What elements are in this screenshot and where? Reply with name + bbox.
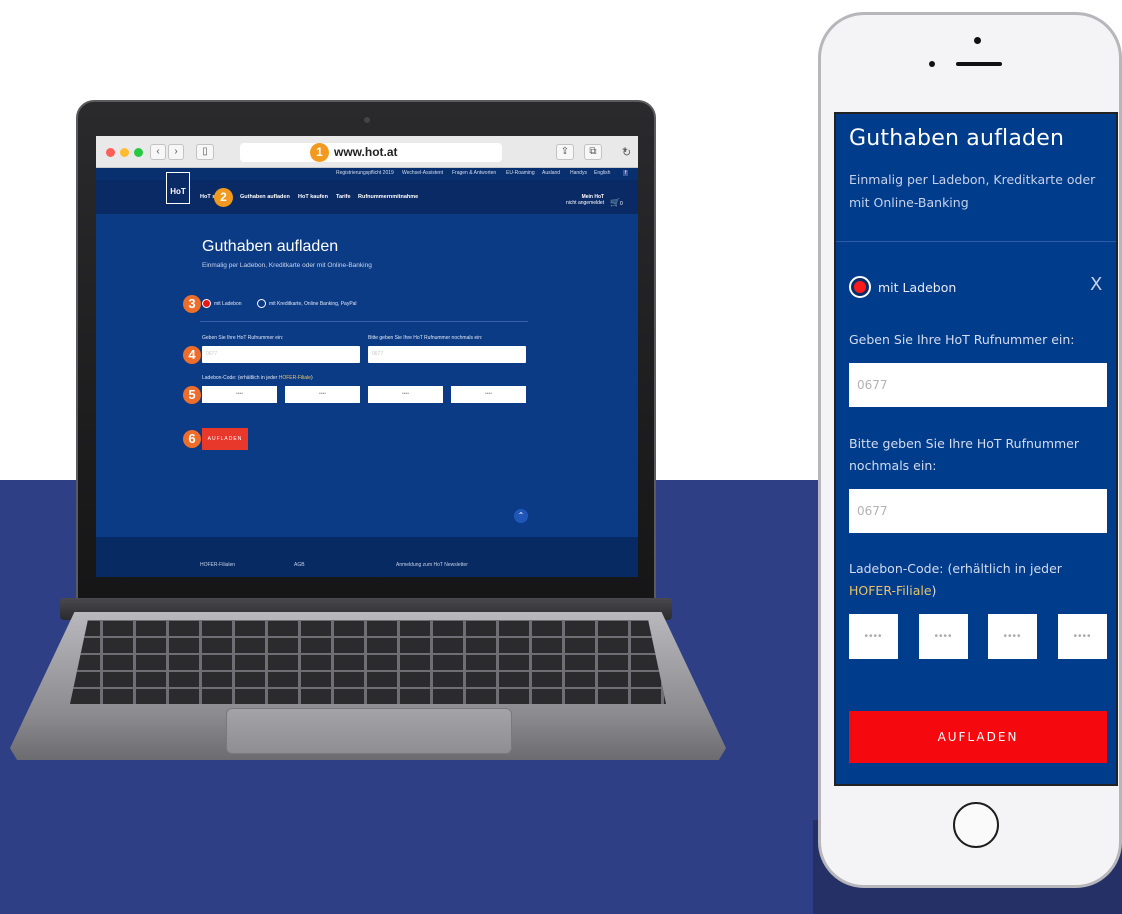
- cart-count: 0: [619, 201, 623, 207]
- footer-link[interactable]: HOFER-Filialen: [200, 562, 235, 568]
- phone-sensor: [929, 61, 935, 67]
- page-subtitle: Einmalig per Ladebon, Kreditkarte oder m…: [202, 262, 372, 269]
- phone-home-button[interactable]: [953, 802, 999, 848]
- top-link[interactable]: Fragen & Antworten: [452, 170, 496, 176]
- mobile-aufladen-button[interactable]: AUFLADEN: [849, 711, 1107, 763]
- hot-logo[interactable]: HoT: [166, 172, 190, 204]
- nav-rufnummernmitnahme[interactable]: Rufnummernmitnahme: [358, 194, 418, 200]
- radio-kreditkarte[interactable]: [257, 299, 266, 308]
- mobile-number-repeat-label: Bitte geben Sie Ihre HoT Rufnummer nochm…: [849, 436, 1079, 473]
- top-link[interactable]: Ausland: [542, 170, 560, 176]
- step-marker-1: 1: [310, 143, 329, 162]
- divider: [200, 321, 528, 322]
- mobile-radio-ladebon-label: mit Ladebon: [878, 280, 957, 295]
- code-label: Ladebon-Code: (erhältlich in jeder HOFER…: [202, 375, 313, 381]
- url-text: www.hot.at: [334, 145, 398, 159]
- mobile-code-label: Ladebon-Code: (erhältlich in jeder HOFER…: [849, 561, 1062, 598]
- top-link[interactable]: English: [594, 170, 610, 176]
- mobile-divider: [836, 241, 1116, 242]
- number-repeat-input[interactable]: 0677: [368, 346, 526, 363]
- radio-kreditkarte-label: mit Kreditkarte, Online Banking, PayPal: [269, 301, 357, 307]
- step-marker-2: 2: [214, 188, 233, 207]
- site-footer: HOFER-Filialen AGB Anmeldung zum HoT New…: [96, 537, 638, 577]
- account-status: nicht angemeldet: [566, 200, 605, 206]
- mobile-code-input-3[interactable]: ••••: [988, 614, 1037, 659]
- mobile-number-repeat-input[interactable]: 0677: [849, 489, 1107, 533]
- scroll-top-icon[interactable]: ⌃: [514, 509, 528, 523]
- top-link[interactable]: Wechsel-Assistent: [402, 170, 443, 176]
- mobile-hofer-filiale-link[interactable]: HOFER-Filiale: [849, 583, 932, 598]
- step-marker-5: 5: [183, 386, 201, 404]
- laptop-screen: ‹ › ▯ 1 www.hot.at ↻ ⇪ ⧉ + Registrierung…: [96, 136, 638, 577]
- window-close-button[interactable]: [106, 148, 115, 157]
- window-minimize-button[interactable]: [120, 148, 129, 157]
- footer-link[interactable]: AGB: [294, 562, 305, 568]
- mobile-number-input[interactable]: 0677: [849, 363, 1107, 407]
- account-link[interactable]: Mein HoT nicht angemeldet: [566, 194, 604, 206]
- forward-button[interactable]: ›: [168, 144, 184, 160]
- number-label: Geben Sie Ihre HoT Rufnummer ein:: [202, 335, 284, 341]
- laptop-camera: [364, 117, 370, 123]
- top-link[interactable]: EU-Roaming: [506, 170, 535, 176]
- phone-screen: Guthaben aufladen Einmalig per Ladebon, …: [834, 112, 1118, 786]
- mobile-page-subtitle: Einmalig per Ladebon, Kreditkarte oder m…: [849, 172, 1096, 210]
- mobile-code-input-4[interactable]: ••••: [1058, 614, 1107, 659]
- number-input[interactable]: 0677: [202, 346, 360, 363]
- phone-speaker: [956, 62, 1002, 66]
- step-marker-6: 6: [183, 430, 201, 448]
- sidebar-toggle-icon[interactable]: ▯: [196, 144, 214, 160]
- aufladen-button[interactable]: AUFLADEN: [202, 428, 248, 450]
- address-bar[interactable]: 1 www.hot.at ↻: [240, 143, 631, 162]
- hofer-filiale-link[interactable]: HOFER-Filiale: [279, 375, 311, 381]
- share-icon[interactable]: ⇪: [556, 144, 574, 160]
- nav-guthaben-aufladen[interactable]: Guthaben aufladen: [240, 194, 290, 200]
- laptop-keyboard: [70, 620, 666, 704]
- top-link[interactable]: Handys: [570, 170, 587, 176]
- mobile-code-input-2[interactable]: ••••: [919, 614, 968, 659]
- code-input-2[interactable]: ••••: [285, 386, 360, 403]
- close-icon[interactable]: X: [1090, 274, 1102, 295]
- mobile-page-title: Guthaben aufladen: [849, 126, 1065, 151]
- mobile-radio-ladebon[interactable]: [849, 276, 871, 298]
- phone-camera: [974, 37, 981, 44]
- mobile-number-label: Geben Sie Ihre HoT Rufnummer ein:: [849, 332, 1075, 347]
- code-input-3[interactable]: ••••: [368, 386, 443, 403]
- nav-tarife[interactable]: Tarife: [336, 194, 351, 200]
- step-marker-4: 4: [183, 346, 201, 364]
- number-repeat-label: Bitte geben Sie Ihre HoT Rufnummer nochm…: [368, 335, 483, 341]
- cart-icon[interactable]: 🛒0: [610, 198, 623, 207]
- tabs-icon[interactable]: ⧉: [584, 144, 602, 160]
- top-link[interactable]: Registrierungspflicht 2019: [336, 170, 394, 176]
- new-tab-icon[interactable]: +: [616, 144, 634, 160]
- footer-link[interactable]: Anmeldung zum HoT Newsletter: [396, 562, 468, 568]
- laptop-trackpad: [226, 708, 512, 754]
- page-title: Guthaben aufladen: [202, 238, 339, 255]
- step-marker-3: 3: [183, 295, 201, 313]
- facebook-icon[interactable]: f: [623, 170, 629, 176]
- back-button[interactable]: ‹: [150, 144, 166, 160]
- browser-toolbar: ‹ › ▯ 1 www.hot.at ↻ ⇪ ⧉ +: [96, 136, 638, 168]
- code-input-1[interactable]: ••••: [202, 386, 277, 403]
- code-input-4[interactable]: ••••: [451, 386, 526, 403]
- window-zoom-button[interactable]: [134, 148, 143, 157]
- radio-ladebon[interactable]: [202, 299, 211, 308]
- mobile-code-input-1[interactable]: ••••: [849, 614, 898, 659]
- nav-hot-kaufen[interactable]: HoT kaufen: [298, 194, 328, 200]
- radio-ladebon-label: mit Ladebon: [214, 301, 242, 307]
